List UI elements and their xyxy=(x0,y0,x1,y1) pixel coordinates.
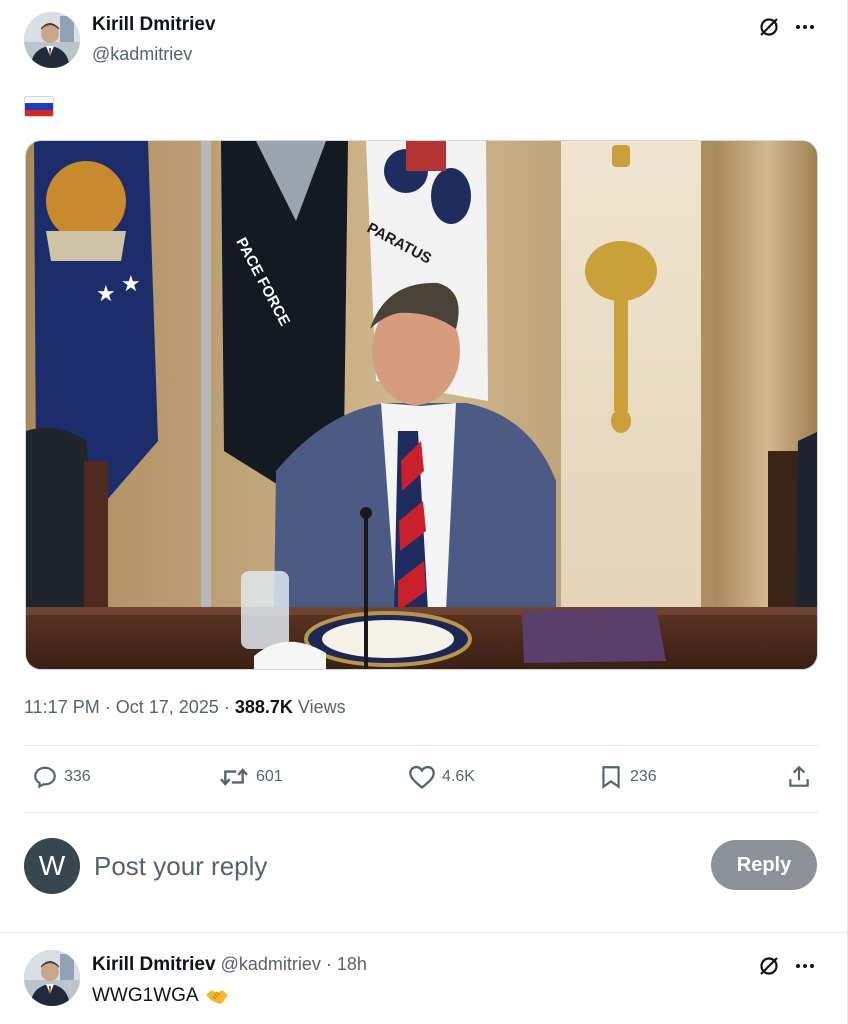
meta-separator: · xyxy=(104,697,111,717)
grok-icon[interactable] xyxy=(756,953,782,979)
like-action-button[interactable]: 4.6K xyxy=(408,764,475,790)
repost-action-button[interactable]: 601 xyxy=(218,764,283,790)
more-options-icon[interactable] xyxy=(792,953,818,979)
reply-time[interactable]: 18h xyxy=(337,954,367,974)
svg-text:★: ★ xyxy=(96,281,116,306)
reply-separator: · xyxy=(325,954,332,974)
repost-count: 601 xyxy=(256,768,283,785)
svg-text:★: ★ xyxy=(121,271,141,296)
meta-separator: · xyxy=(223,697,230,717)
views-count: 388.7K xyxy=(234,697,293,717)
reply-author-handle[interactable]: @kadmitriev xyxy=(221,954,321,974)
tweet-meta: 11:17 PM · Oct 17, 2025 · 388.7K Views xyxy=(24,697,346,718)
repost-icon xyxy=(220,768,248,786)
reply-text: WWG1WGA xyxy=(92,985,198,1006)
views-label: Views xyxy=(297,697,346,717)
divider xyxy=(24,812,818,813)
tweet-detail-page: Kirill Dmitriev @kadmitriev ★ ★ PACE FOR… xyxy=(0,0,848,1024)
divider xyxy=(0,932,848,933)
divider xyxy=(24,745,818,746)
reply-icon xyxy=(34,766,56,789)
reply-button[interactable]: Reply xyxy=(711,840,817,890)
bookmark-icon xyxy=(602,766,620,789)
avatar-photo xyxy=(24,12,80,68)
heart-icon xyxy=(409,765,435,789)
reply-author-avatar[interactable] xyxy=(24,950,80,1006)
share-icon xyxy=(789,765,809,787)
post-photo: ★ ★ PACE FORCE PARATUS xyxy=(26,141,817,669)
author-handle[interactable]: @kadmitriev xyxy=(92,44,192,65)
reply-action-button[interactable]: 336 xyxy=(32,764,91,790)
reply-input[interactable] xyxy=(94,846,674,886)
bookmark-action-button[interactable]: 236 xyxy=(598,764,657,790)
reply-tweet-header: Kirill Dmitriev @kadmitriev · 18h xyxy=(92,954,367,976)
post-image[interactable]: ★ ★ PACE FORCE PARATUS xyxy=(25,140,818,670)
reply-author-name[interactable]: Kirill Dmitriev xyxy=(92,954,216,975)
reply-tweet-text: WWG1WGA xyxy=(92,985,229,1007)
current-user-avatar[interactable]: W xyxy=(24,838,80,894)
tweet-time[interactable]: 11:17 PM xyxy=(24,697,100,717)
avatar-photo xyxy=(24,950,80,1006)
handshake-icon xyxy=(205,989,228,1004)
share-action-button[interactable] xyxy=(786,764,812,790)
like-count: 4.6K xyxy=(442,768,475,785)
tweet-date[interactable]: Oct 17, 2025 xyxy=(116,697,219,717)
grok-icon[interactable] xyxy=(756,14,782,40)
more-options-icon[interactable] xyxy=(792,14,818,40)
author-name[interactable]: Kirill Dmitriev xyxy=(92,14,216,36)
reply-count: 336 xyxy=(64,768,91,785)
bookmark-count: 236 xyxy=(630,768,657,785)
author-avatar[interactable] xyxy=(24,12,80,68)
russia-flag-icon xyxy=(24,96,54,117)
